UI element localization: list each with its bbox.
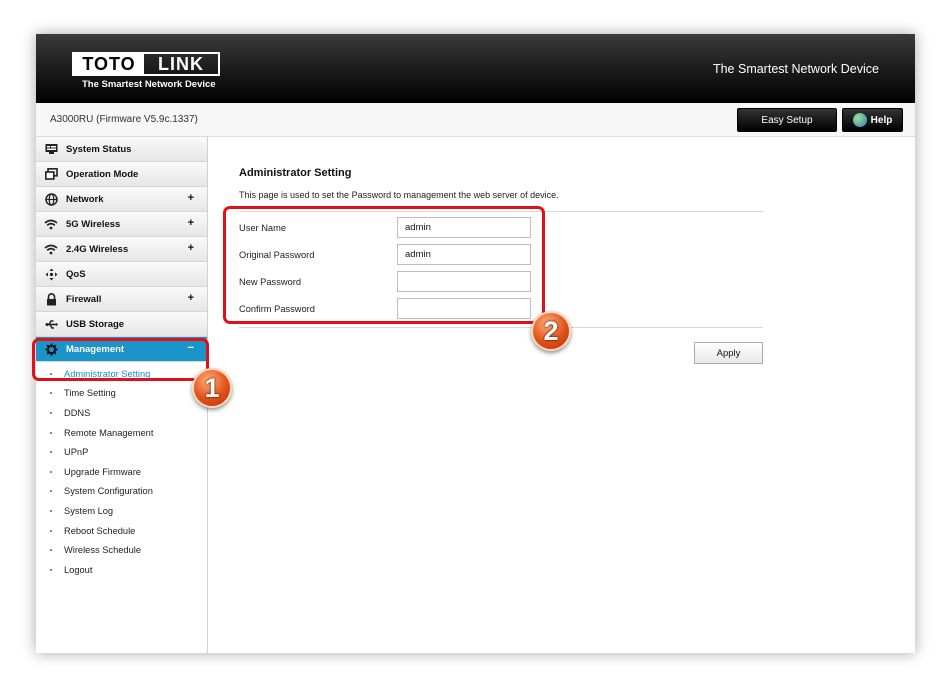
help-button[interactable]: Help — [842, 108, 903, 132]
usb-icon — [44, 317, 58, 331]
submenu-label: Wireless Schedule — [64, 545, 141, 556]
sidebar-item-label: 5G Wireless — [66, 218, 121, 230]
sidebar-item-system-status[interactable]: System Status — [36, 137, 207, 162]
submenu-label: Logout — [64, 564, 93, 575]
sidebar-item-label: System Status — [66, 143, 132, 155]
bullet-icon — [50, 529, 52, 532]
help-label: Help — [870, 114, 893, 126]
divider — [239, 327, 763, 328]
management-submenu: Administrator Setting Time Setting DDNS … — [36, 362, 207, 580]
totolink-logo: TOTO LINK — [72, 52, 220, 76]
qos-icon — [44, 267, 58, 281]
sidebar-item-network[interactable]: Network + — [36, 187, 207, 212]
submenu-system-log[interactable]: System Log — [36, 501, 207, 521]
submenu-upnp[interactable]: UPnP — [36, 442, 207, 462]
submenu-label: DDNS — [64, 407, 91, 418]
help-globe-icon — [852, 113, 867, 127]
expand-icon: + — [187, 292, 194, 304]
highlight-password-fields — [223, 206, 545, 324]
wifi-icon — [44, 242, 58, 256]
logo-tagline: The Smartest Network Device — [82, 79, 216, 90]
bullet-icon — [50, 470, 52, 473]
page-description: This page is used to set the Password to… — [239, 190, 559, 200]
submenu-time-setting[interactable]: Time Setting — [36, 384, 207, 404]
expand-icon: + — [187, 192, 194, 204]
submenu-label: Time Setting — [64, 388, 116, 399]
submenu-wireless-schedule[interactable]: Wireless Schedule — [36, 540, 207, 560]
apply-button[interactable]: Apply — [694, 342, 763, 364]
sidebar-item-firewall[interactable]: Firewall + — [36, 287, 207, 312]
logo-text-link: LINK — [158, 53, 204, 74]
submenu-label: Upgrade Firmware — [64, 466, 141, 477]
sidebar-item-qos[interactable]: QoS — [36, 262, 207, 287]
lock-icon — [44, 292, 58, 306]
bullet-icon — [50, 431, 52, 434]
submenu-label: UPnP — [64, 447, 89, 458]
page-title: Administrator Setting — [239, 167, 352, 179]
sidebar-item-label: 2.4G Wireless — [66, 243, 129, 255]
step-badge-2: 2 — [531, 311, 571, 351]
sidebar-item-label: Network — [66, 193, 104, 205]
expand-icon: + — [187, 217, 194, 229]
submenu-system-configuration[interactable]: System Configuration — [36, 482, 207, 502]
monitor-icon — [44, 142, 58, 156]
easy-setup-button[interactable]: Easy Setup — [737, 108, 837, 132]
bullet-icon — [50, 411, 52, 414]
submenu-label: Remote Management — [64, 427, 154, 438]
bullet-icon — [50, 549, 52, 552]
submenu-label: System Log — [64, 505, 114, 516]
submenu-remote-management[interactable]: Remote Management — [36, 423, 207, 443]
sidebar-item-24g-wireless[interactable]: 2.4G Wireless + — [36, 237, 207, 262]
globe-icon — [44, 192, 58, 206]
header-bar: TOTO LINK The Smartest Network Device Th… — [36, 34, 915, 103]
expand-icon: + — [187, 242, 194, 254]
step-badge-1: 1 — [192, 368, 232, 408]
submenu-reboot-schedule[interactable]: Reboot Schedule — [36, 521, 207, 541]
firmware-label: A3000RU (Firmware V5.9c.1337) — [50, 114, 198, 125]
sidebar-item-label: Firewall — [66, 293, 102, 305]
bullet-icon — [50, 568, 52, 571]
sidebar-item-label: QoS — [66, 268, 86, 280]
sidebar-item-label: Operation Mode — [66, 168, 139, 180]
logo-text-toto: TOTO — [74, 54, 144, 74]
submenu-ddns[interactable]: DDNS — [36, 403, 207, 423]
submenu-label: Reboot Schedule — [64, 525, 136, 536]
sidebar: System Status Operation Mode Network + 5… — [36, 137, 208, 653]
bullet-icon — [50, 392, 52, 395]
sidebar-item-operation-mode[interactable]: Operation Mode — [36, 162, 207, 187]
windows-icon — [44, 167, 58, 181]
model-bar: A3000RU (Firmware V5.9c.1337) Easy Setup… — [36, 103, 915, 137]
highlight-management — [32, 338, 209, 381]
sidebar-item-label: USB Storage — [66, 318, 125, 330]
bullet-icon — [50, 509, 52, 512]
bullet-icon — [50, 490, 52, 493]
bullet-icon — [50, 451, 52, 454]
wifi-icon — [44, 217, 58, 231]
submenu-logout[interactable]: Logout — [36, 560, 207, 580]
submenu-upgrade-firmware[interactable]: Upgrade Firmware — [36, 462, 207, 482]
header-tagline: The Smartest Network Device — [712, 62, 879, 76]
sidebar-item-usb-storage[interactable]: USB Storage — [36, 312, 207, 337]
submenu-label: System Configuration — [64, 486, 153, 497]
sidebar-item-5g-wireless[interactable]: 5G Wireless + — [36, 212, 207, 237]
